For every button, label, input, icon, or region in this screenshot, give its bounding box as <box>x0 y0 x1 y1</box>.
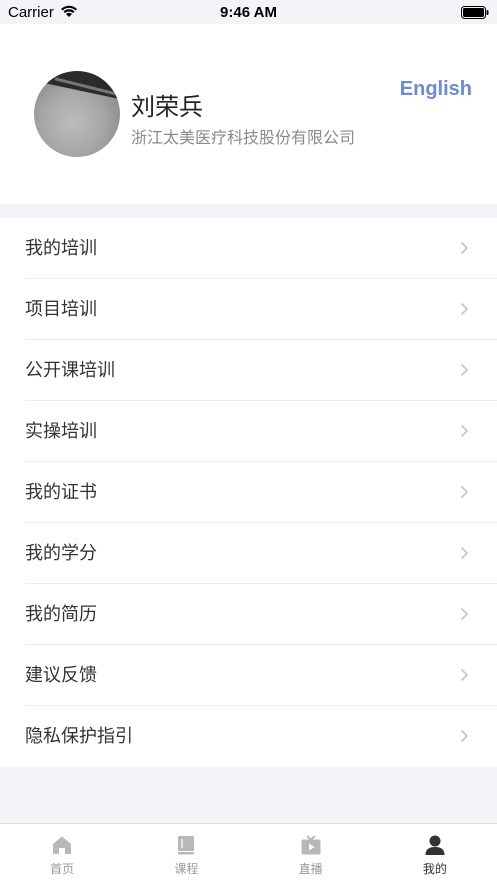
battery-icon <box>461 6 489 19</box>
menu-item-my-training[interactable]: 我的培训 <box>0 218 497 279</box>
clock: 9:46 AM <box>220 4 277 21</box>
user-name: 刘荣兵 <box>131 93 203 121</box>
chevron-right-icon <box>460 363 469 377</box>
user-icon <box>425 835 445 855</box>
tab-home[interactable]: 首页 <box>0 824 124 883</box>
home-icon <box>53 836 72 854</box>
tab-courses[interactable]: 课程 <box>124 824 248 883</box>
chevron-right-icon <box>460 729 469 743</box>
menu-item-label: 隐私保护指引 <box>25 726 133 747</box>
menu-item-label: 我的学分 <box>25 543 97 564</box>
chevron-right-icon <box>460 241 469 255</box>
tab-bar: 首页 课程 直播 我的 <box>0 823 497 883</box>
menu-item-privacy-guide[interactable]: 隐私保护指引 <box>0 706 497 767</box>
menu-item-label: 我的证书 <box>25 482 97 503</box>
menu-item-label: 项目培训 <box>25 299 97 320</box>
menu-item-label: 我的简历 <box>25 604 97 625</box>
avatar[interactable] <box>34 71 120 157</box>
menu-item-label: 我的培训 <box>25 238 97 259</box>
book-icon <box>178 836 195 855</box>
chevron-right-icon <box>460 424 469 438</box>
menu-item-my-credits[interactable]: 我的学分 <box>0 523 497 584</box>
tab-live[interactable]: 直播 <box>249 824 373 883</box>
menu-item-label: 建议反馈 <box>25 665 97 686</box>
menu-item-my-certificates[interactable]: 我的证书 <box>0 462 497 523</box>
menu-item-my-resume[interactable]: 我的简历 <box>0 584 497 645</box>
menu-item-project-training[interactable]: 项目培训 <box>0 279 497 340</box>
menu-item-public-course-training[interactable]: 公开课培训 <box>0 340 497 401</box>
chevron-right-icon <box>460 546 469 560</box>
tab-mine[interactable]: 我的 <box>373 824 497 883</box>
chevron-right-icon <box>460 485 469 499</box>
status-bar: Carrier 9:46 AM <box>0 0 497 24</box>
menu-item-label: 实操培训 <box>25 421 97 442</box>
company-name: 浙江太美医疗科技股份有限公司 <box>131 128 356 147</box>
tab-label: 课程 <box>174 862 199 876</box>
menu-item-label: 公开课培训 <box>25 360 115 381</box>
chevron-right-icon <box>460 302 469 316</box>
chevron-right-icon <box>460 607 469 621</box>
menu-list: 我的培训 项目培训 公开课培训 实操培训 我的证书 我的学分 我的简历 建议反馈 <box>0 218 497 767</box>
menu-item-practical-training[interactable]: 实操培训 <box>0 401 497 462</box>
chevron-right-icon <box>460 668 469 682</box>
tab-label: 我的 <box>422 862 447 876</box>
tab-label: 首页 <box>50 862 75 876</box>
profile-header: 刘荣兵 浙江太美医疗科技股份有限公司 English <box>0 24 497 204</box>
live-tv-icon <box>301 835 321 855</box>
tab-label: 直播 <box>298 862 323 876</box>
language-switch-button[interactable]: English <box>400 78 472 101</box>
menu-item-feedback[interactable]: 建议反馈 <box>0 645 497 706</box>
